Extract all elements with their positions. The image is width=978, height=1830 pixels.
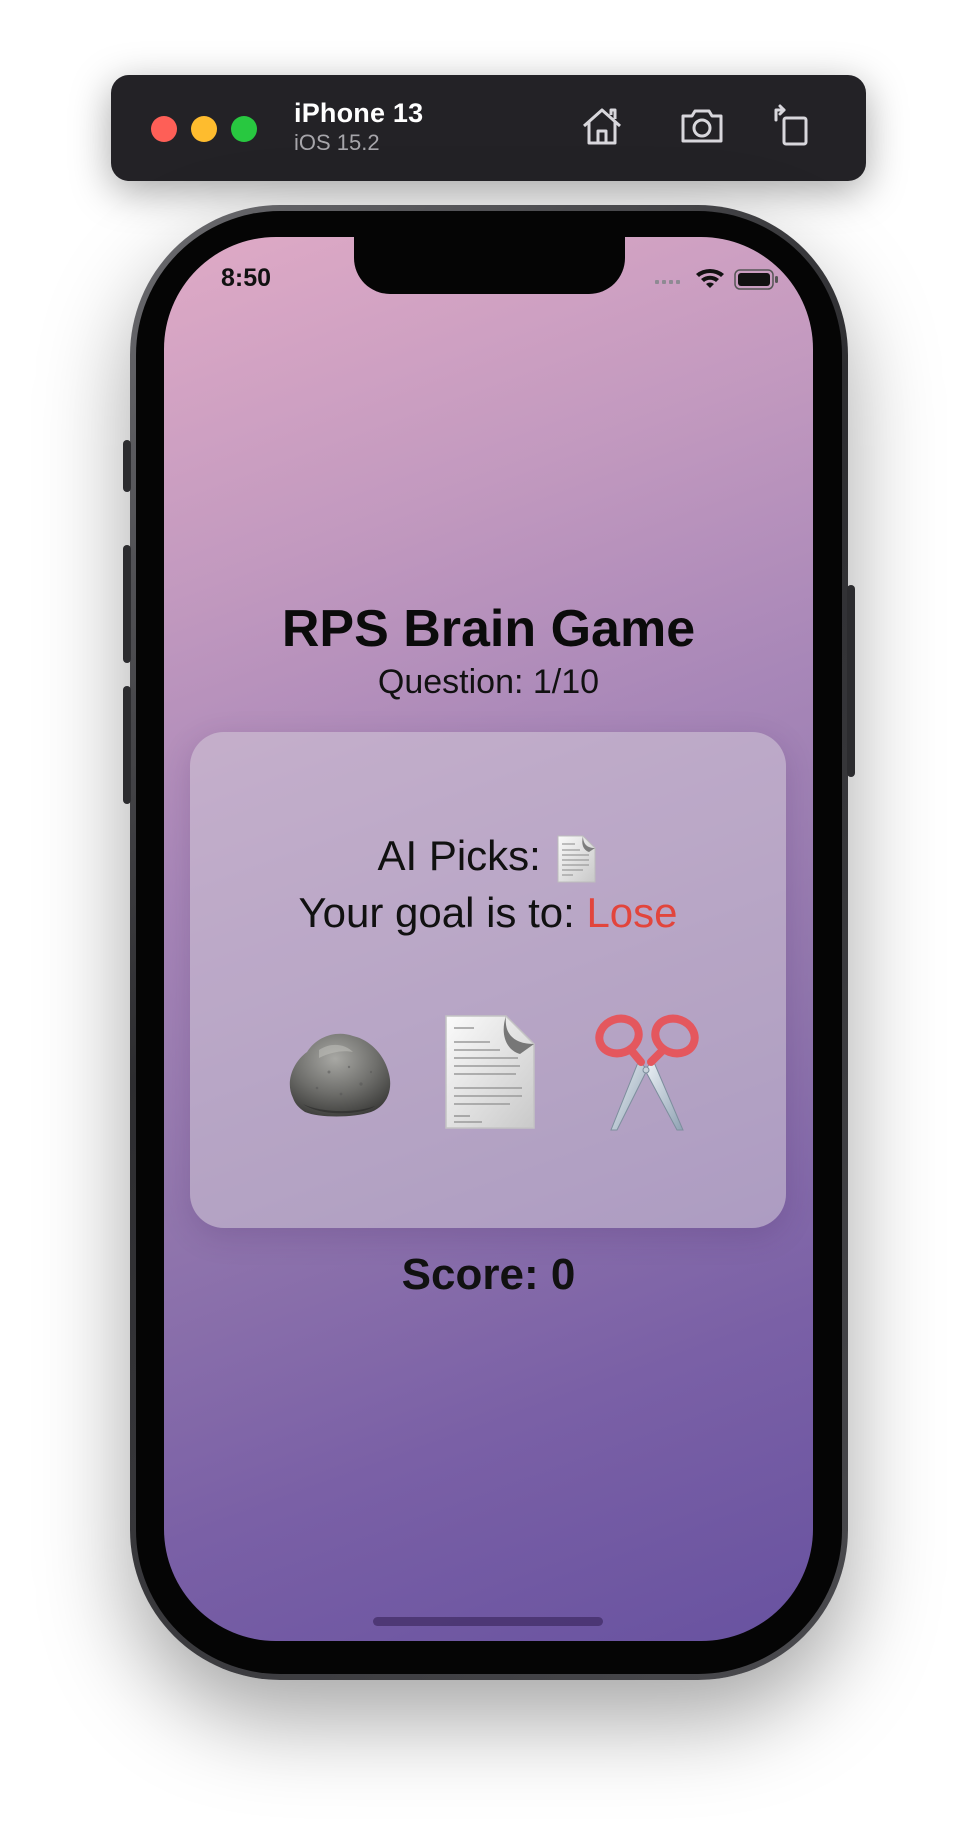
paper-button[interactable] [430, 1012, 550, 1132]
close-window-button[interactable] [151, 116, 177, 142]
status-icons [635, 265, 785, 295]
status-time: 8:50 [221, 264, 272, 292]
home-indicator[interactable] [373, 1617, 603, 1626]
device-os-version: iOS 15.2 [294, 130, 380, 155]
wifi-icon [696, 268, 724, 288]
rotate-icon[interactable] [768, 102, 816, 150]
minimize-window-button[interactable] [191, 116, 217, 142]
volume-down-button[interactable] [123, 686, 131, 804]
battery-icon [734, 269, 778, 290]
home-icon[interactable] [578, 102, 626, 150]
mute-switch[interactable] [123, 440, 131, 492]
phone-screen: 8:50 RPS Brain Game Question: 1/10 AI Pi… [164, 237, 813, 1641]
volume-up-button[interactable] [123, 545, 131, 663]
signal-icon [655, 280, 680, 284]
paper-icon [445, 1015, 535, 1129]
power-button[interactable] [847, 585, 855, 777]
question-counter: Question: 1/10 [377, 663, 600, 701]
goal-label: Your goal is to: [298, 889, 575, 936]
simulator-toolbar [111, 75, 866, 181]
rock-button[interactable] [279, 1012, 399, 1132]
scissors-icon [595, 1014, 699, 1131]
score-label: Score: 0 [401, 1250, 576, 1299]
game-card: AI Picks: Your goal is to: Lose [190, 732, 786, 1228]
ai-picks-label: AI Picks: [377, 832, 541, 879]
notch [354, 237, 625, 294]
game-title: RPS Brain Game [281, 600, 696, 658]
device-name: iPhone 13 [294, 98, 424, 128]
scissors-button[interactable] [587, 1012, 707, 1132]
paper-icon [553, 834, 599, 884]
zoom-window-button[interactable] [231, 116, 257, 142]
goal-row: Your goal is to: Lose [190, 889, 786, 937]
screenshot-icon[interactable] [678, 102, 726, 150]
ai-picks-row: AI Picks: [190, 832, 786, 884]
rock-icon [289, 1033, 391, 1117]
goal-value: Lose [586, 889, 678, 936]
